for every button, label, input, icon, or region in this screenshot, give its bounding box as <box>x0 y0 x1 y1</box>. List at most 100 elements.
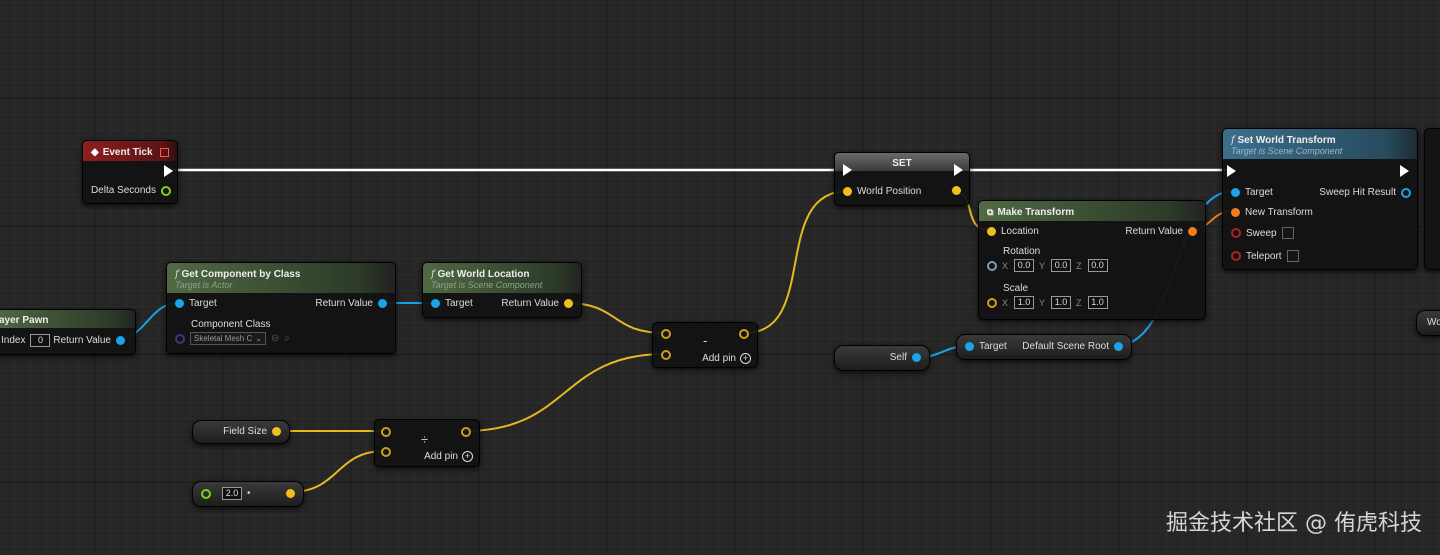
get-component-target-label: Target <box>189 298 217 309</box>
get-world-location-node[interactable]: f Get World Location Target is Scene Com… <box>422 262 582 318</box>
get-world-location-return-label: Return Value <box>501 298 559 309</box>
world-position-out-pin-icon[interactable] <box>952 186 961 195</box>
rotation-z-input[interactable]: 0.0 <box>1087 259 1108 272</box>
vector-wire <box>744 190 849 334</box>
player-pawn-return-pin-icon[interactable] <box>116 336 125 345</box>
player-index-label: Index <box>1 335 26 346</box>
exec-out-pin-icon[interactable] <box>1400 165 1409 177</box>
float-literal-dot-icon: • <box>247 488 251 499</box>
delegate-pin-icon[interactable] <box>160 147 169 157</box>
set-title: SET <box>892 157 912 169</box>
self-pin-icon[interactable] <box>912 353 921 362</box>
player-index-input[interactable]: 0 <box>30 334 51 347</box>
rotation-pin-icon[interactable] <box>987 260 997 271</box>
component-class-dropdown[interactable]: Skeletal Mesh C ⌄ <box>190 332 266 345</box>
float-literal-out-pin-icon[interactable] <box>286 489 295 498</box>
sweep-checkbox[interactable] <box>1281 227 1294 239</box>
subtract-a-pin-icon[interactable] <box>661 329 671 339</box>
exec-out-pin-icon[interactable] <box>954 164 963 176</box>
set-node[interactable]: SET World Position <box>834 152 970 206</box>
rotation-x-axis: X <box>1002 260 1009 271</box>
default-scene-root-node[interactable]: Target Default Scene Root <box>956 334 1132 360</box>
default-scene-root-out-pin-icon[interactable] <box>1114 342 1123 351</box>
make-transform-node[interactable]: ⧉ Make Transform Location Return Value R… <box>978 200 1206 320</box>
sweep-label: Sweep <box>1246 227 1277 239</box>
divide-node[interactable]: ÷ Add pin + <box>374 419 480 467</box>
get-component-return-pin-icon[interactable] <box>378 299 387 308</box>
search-icon[interactable]: ⌕ <box>284 333 290 344</box>
subtract-out-pin-icon[interactable] <box>739 329 749 339</box>
teleport-checkbox[interactable] <box>1286 250 1299 262</box>
exec-out-pin-icon[interactable] <box>164 165 173 177</box>
divide-out-pin-icon[interactable] <box>461 427 471 437</box>
get-world-location-title: Get World Location <box>437 268 530 280</box>
self-node[interactable]: Self <box>834 345 930 371</box>
float-literal-node[interactable]: 2.0 • <box>192 481 304 507</box>
scale-y-input[interactable]: 1.0 <box>1051 296 1072 309</box>
scale-y-axis: Y <box>1039 297 1046 308</box>
event-tick-header: ◆ Event Tick <box>83 141 177 161</box>
make-transform-header: ⧉ Make Transform <box>979 201 1205 221</box>
teleport-pin-icon[interactable] <box>1231 251 1241 261</box>
set-header: SET <box>835 153 969 171</box>
function-icon: f <box>175 268 179 280</box>
subtract-b-pin-icon[interactable] <box>661 350 671 360</box>
get-world-location-target-pin-icon[interactable] <box>431 299 440 308</box>
divide-operator: ÷ <box>421 432 429 447</box>
plus-icon: + <box>740 353 751 364</box>
sweep-pin-icon[interactable] <box>1231 228 1241 238</box>
divide-a-pin-icon[interactable] <box>381 427 391 437</box>
divide-add-pin-button[interactable]: Add pin + <box>424 451 473 462</box>
scale-z-input[interactable]: 1.0 <box>1087 296 1108 309</box>
set-world-transform-node[interactable]: f Set World Transform Target is Scene Co… <box>1222 128 1418 270</box>
get-world-location-return-pin-icon[interactable] <box>564 299 573 308</box>
field-size-pin-icon[interactable] <box>272 427 281 436</box>
set-world-transform-title: Set World Transform <box>1237 134 1336 146</box>
swt-target-pin-icon[interactable] <box>1231 188 1240 197</box>
scale-x-input[interactable]: 1.0 <box>1014 296 1035 309</box>
get-player-pawn-header: ayer Pawn <box>0 310 135 328</box>
rotation-z-axis: Z <box>1076 260 1082 271</box>
world-position-label: World Position <box>857 186 922 197</box>
subtract-node[interactable]: - Add pin + <box>652 322 758 368</box>
event-icon: ◆ <box>91 146 99 158</box>
vector-wire <box>464 353 666 432</box>
browse-icon[interactable]: ⊖ <box>271 333 279 344</box>
player-pawn-return-label: Return Value <box>53 335 111 346</box>
field-size-node[interactable]: Field Size <box>192 420 290 444</box>
rotation-x-input[interactable]: 0.0 <box>1014 259 1035 272</box>
swt-target-label: Target <box>1245 187 1273 198</box>
exec-in-pin-icon[interactable] <box>843 164 852 176</box>
offscreen-node-top[interactable] <box>1424 128 1440 270</box>
set-world-transform-header: f Set World Transform Target is Scene Co… <box>1223 129 1417 159</box>
get-component-subtitle: Target is Actor <box>175 279 233 290</box>
exec-in-pin-icon[interactable] <box>1227 165 1236 177</box>
sweep-hit-result-pin-icon[interactable] <box>1401 187 1411 198</box>
offscreen-node-right[interactable]: Wo <box>1416 310 1440 336</box>
float-literal-in-pin-icon[interactable] <box>201 488 211 499</box>
make-transform-return-pin-icon[interactable] <box>1188 227 1197 236</box>
delta-seconds-pin-icon[interactable] <box>161 185 171 196</box>
new-transform-pin-icon[interactable] <box>1231 208 1240 217</box>
get-component-by-class-node[interactable]: f Get Component by Class Target is Actor… <box>166 262 396 354</box>
world-position-in-pin-icon[interactable] <box>843 187 852 196</box>
make-transform-return-label: Return Value <box>1125 226 1183 237</box>
default-scene-root-target-pin-icon[interactable] <box>965 342 974 351</box>
event-tick-node[interactable]: ◆ Event Tick Delta Seconds <box>82 140 178 204</box>
subtract-add-pin-button[interactable]: Add pin + <box>702 353 751 364</box>
get-player-pawn-node[interactable]: ayer Pawn Index 0 Return Value <box>0 309 136 355</box>
component-class-pin-icon[interactable] <box>175 333 185 344</box>
delta-seconds-label: Delta Seconds <box>90 185 156 196</box>
scale-x-axis: X <box>1002 297 1009 308</box>
float-literal-input[interactable]: 2.0 <box>222 487 242 500</box>
get-component-return-label: Return Value <box>315 298 373 309</box>
self-label: Self <box>889 352 907 363</box>
default-scene-root-target-label: Target <box>979 341 1007 352</box>
get-component-target-pin-icon[interactable] <box>175 299 184 308</box>
scale-pin-icon[interactable] <box>987 297 997 308</box>
function-icon: f <box>431 268 435 280</box>
location-pin-icon[interactable] <box>987 227 996 236</box>
rotation-y-input[interactable]: 0.0 <box>1051 259 1072 272</box>
get-world-location-target-label: Target <box>445 298 473 309</box>
divide-b-pin-icon[interactable] <box>381 447 391 457</box>
